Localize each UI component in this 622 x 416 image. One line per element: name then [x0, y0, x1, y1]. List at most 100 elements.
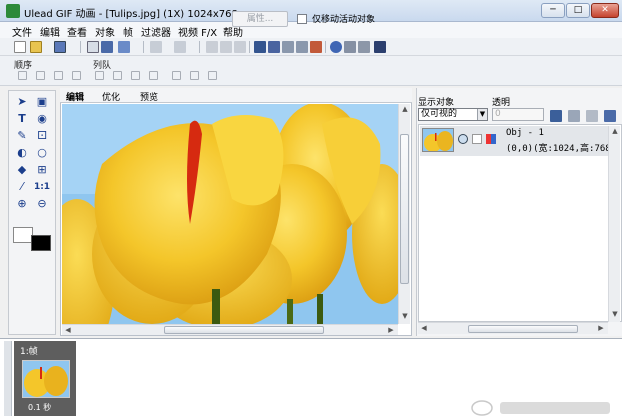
eraser-tool-icon[interactable]: ◐ [15, 146, 29, 160]
menu-video-fx[interactable]: 视频 F/X [178, 24, 217, 39]
cut-icon[interactable] [206, 41, 218, 53]
main-toolbar [0, 38, 622, 56]
actual-size-button[interactable]: 1:1 [33, 180, 51, 194]
visibility-eye-icon[interactable] [458, 134, 468, 144]
send-to-back-icon[interactable] [72, 71, 81, 80]
lasso-tool-icon[interactable]: ◉ [35, 112, 49, 126]
menu-view[interactable]: 查看 [67, 24, 87, 39]
frame-label: 1:帧 [20, 347, 38, 357]
watermark-logo [471, 400, 610, 416]
scroll-left-icon[interactable]: ◀ [63, 326, 73, 334]
bring-forward-icon[interactable] [18, 71, 27, 80]
send-backward-icon[interactable] [36, 71, 45, 80]
frame-panel-handle[interactable] [4, 341, 12, 416]
tulips-image[interactable] [62, 104, 398, 324]
distribute-h-icon[interactable] [172, 71, 181, 80]
align-left-icon[interactable] [95, 71, 104, 80]
marquee-tool-icon[interactable]: ▣ [35, 95, 49, 109]
brush-tool-icon[interactable]: ✎ [15, 129, 29, 143]
scroll-right-icon[interactable]: ▶ [596, 324, 606, 332]
redo-icon[interactable] [174, 41, 186, 53]
close-button[interactable]: ✕ [591, 3, 619, 18]
properties-button[interactable]: 属性... [232, 11, 288, 27]
crop-icon[interactable] [282, 41, 294, 53]
opacity-input[interactable]: 0 [492, 108, 544, 121]
canvas-horizontal-thumb[interactable] [164, 326, 324, 334]
duplicate-object-icon[interactable] [568, 110, 580, 122]
zoom-out-icon[interactable]: ⊖ [35, 197, 49, 211]
scroll-left-icon[interactable]: ◀ [419, 324, 429, 332]
text-tool-icon[interactable]: T [15, 112, 29, 126]
object-list-vertical-scrollbar[interactable]: ▲ ▼ [608, 126, 620, 322]
zoom-in-icon[interactable]: ⊕ [15, 197, 29, 211]
zoom-icon[interactable] [358, 41, 370, 53]
magic-wand-tool-icon[interactable]: ⚀ [35, 129, 49, 143]
object-info: (0,0)(宽:1024,高:768) [506, 144, 617, 154]
tab-edit[interactable]: 编辑 [66, 90, 84, 103]
browser-preview-icon[interactable] [330, 41, 342, 53]
ellipse-tool-icon[interactable]: ○ [35, 146, 49, 160]
window-title: Ulead GIF 动画 - [Tulips.jpg] (1X) 1024x76… [24, 9, 238, 20]
display-objects-label: 显示对象 [418, 98, 455, 108]
background-color-swatch[interactable] [31, 235, 51, 251]
tab-preview[interactable]: 预览 [140, 90, 158, 103]
scroll-down-icon[interactable]: ▼ [400, 312, 410, 320]
foreground-color-swatch[interactable] [13, 227, 33, 243]
delete-object-panel-icon[interactable] [586, 110, 598, 122]
app-icon [6, 4, 20, 18]
menu-filter[interactable]: 过滤器 [141, 24, 171, 39]
align-center-icon[interactable] [113, 71, 122, 80]
crop-tool-icon[interactable]: ⊞ [35, 163, 49, 177]
menu-object[interactable]: 对象 [95, 24, 115, 39]
open-folder-icon[interactable] [30, 41, 42, 53]
eyedropper-tool-icon[interactable]: ⁄ [15, 180, 29, 194]
canvas-tab-bar: 编辑 优化 预览 [60, 88, 412, 103]
object-thumbnail [422, 128, 454, 152]
only-move-active-label: 仅移动活动对象 [312, 15, 376, 25]
help-pointer-icon[interactable] [374, 41, 386, 53]
align-right-icon[interactable] [131, 71, 140, 80]
chevron-down-icon[interactable]: ▼ [477, 109, 487, 120]
optimize-icon[interactable] [310, 41, 322, 53]
paste-icon[interactable] [234, 41, 246, 53]
object-properties-icon[interactable] [604, 110, 616, 122]
align-top-icon[interactable] [149, 71, 158, 80]
frame-thumbnail[interactable] [22, 360, 70, 398]
pointer-tool-icon[interactable]: ➤ [15, 95, 29, 109]
image-icon[interactable] [254, 41, 266, 53]
object-color-icon [486, 134, 496, 144]
lock-checkbox[interactable] [472, 134, 482, 144]
frame-properties-icon[interactable] [268, 41, 280, 53]
tab-optimize[interactable]: 优化 [102, 90, 120, 103]
delete-object-icon[interactable] [296, 41, 308, 53]
new-object-icon[interactable] [550, 110, 562, 122]
copy-icon[interactable] [220, 41, 232, 53]
export-icon[interactable] [101, 41, 113, 53]
undo-icon[interactable] [150, 41, 162, 53]
scroll-down-icon[interactable]: ▼ [610, 310, 620, 318]
maximize-button[interactable]: □ [566, 3, 590, 18]
menu-edit[interactable]: 编辑 [40, 24, 60, 39]
canvas-vertical-scrollbar[interactable]: ▲ ▼ [398, 104, 410, 324]
minimize-button[interactable]: ─ [541, 3, 565, 18]
print-icon[interactable] [87, 41, 99, 53]
film-icon[interactable] [344, 41, 356, 53]
arrange-toolbar: 顺序 列队 [0, 56, 622, 86]
canvas-vertical-thumb[interactable] [400, 134, 409, 284]
fill-tool-icon[interactable]: ◆ [15, 163, 29, 177]
scroll-up-icon[interactable]: ▲ [610, 127, 620, 135]
distribute-grid-icon[interactable] [208, 71, 217, 80]
scroll-right-icon[interactable]: ▶ [386, 326, 396, 334]
scroll-up-icon[interactable]: ▲ [400, 105, 410, 113]
menu-frame[interactable]: 帧 [123, 24, 133, 39]
bring-to-front-icon[interactable] [54, 71, 63, 80]
new-file-icon[interactable] [14, 41, 26, 53]
distribute-v-icon[interactable] [190, 71, 199, 80]
object-list-horizontal-scrollbar[interactable]: ◀ ▶ [418, 322, 608, 334]
only-move-active-checkbox[interactable] [297, 14, 307, 24]
menu-file[interactable]: 文件 [12, 24, 32, 39]
object-list-horizontal-thumb[interactable] [468, 325, 578, 333]
canvas-horizontal-scrollbar[interactable]: ◀ ▶ [62, 324, 398, 335]
wizard-icon[interactable] [118, 41, 130, 53]
save-icon[interactable] [54, 41, 66, 53]
